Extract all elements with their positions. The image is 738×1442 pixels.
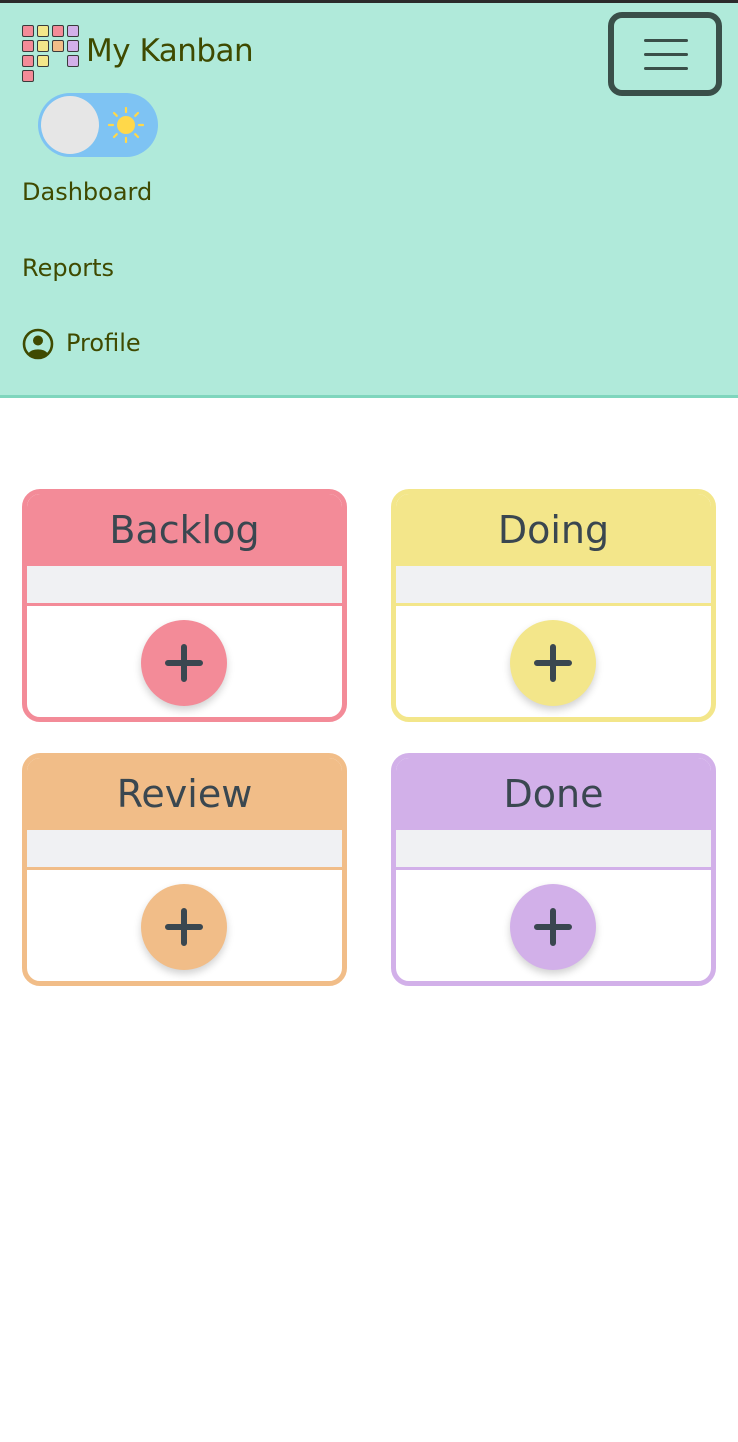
nav-dashboard[interactable]: Dashboard — [22, 178, 152, 206]
column-title: Doing — [396, 494, 711, 566]
add-card-button[interactable] — [141, 620, 227, 706]
plus-icon — [165, 908, 203, 946]
column-drop-zone[interactable] — [396, 830, 711, 870]
column-drop-zone[interactable] — [27, 830, 342, 870]
menu-toggle-button[interactable] — [608, 12, 722, 96]
column-doing: Doing — [391, 489, 716, 722]
brand-title: My Kanban — [86, 33, 254, 69]
plus-icon — [534, 644, 572, 682]
column-title: Backlog — [27, 494, 342, 566]
theme-toggle[interactable] — [38, 93, 158, 157]
column-done: Done — [391, 753, 716, 986]
kanban-logo-icon — [22, 25, 80, 83]
plus-icon — [165, 644, 203, 682]
navbar: My Kanban Dashboard Reports Profile — [0, 3, 738, 398]
add-card-button[interactable] — [141, 884, 227, 970]
column-backlog: Backlog — [22, 489, 347, 722]
column-title: Done — [396, 758, 711, 830]
column-drop-zone[interactable] — [396, 566, 711, 606]
add-card-button[interactable] — [510, 620, 596, 706]
brand[interactable]: My Kanban — [22, 25, 254, 83]
column-drop-zone[interactable] — [27, 566, 342, 606]
hamburger-menu-icon-bar — [644, 53, 688, 56]
user-circle-icon — [22, 328, 54, 360]
column-title: Review — [27, 758, 342, 830]
hamburger-menu-icon — [644, 39, 688, 42]
add-card-button[interactable] — [510, 884, 596, 970]
plus-icon — [534, 908, 572, 946]
hamburger-menu-icon-bar — [644, 67, 688, 70]
nav-profile[interactable]: Profile — [66, 329, 141, 357]
nav-reports[interactable]: Reports — [22, 254, 114, 282]
toggle-knob — [41, 96, 99, 154]
column-review: Review — [22, 753, 347, 986]
sun-icon — [108, 107, 144, 143]
